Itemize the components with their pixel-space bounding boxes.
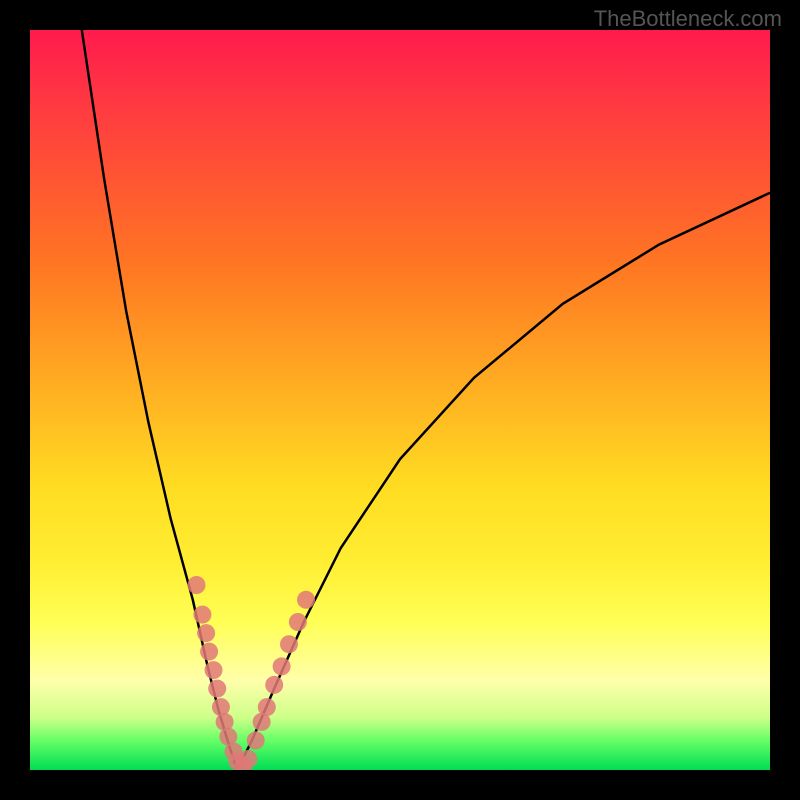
- data-point-marker: [280, 635, 298, 653]
- data-point-marker: [188, 576, 206, 594]
- bottleneck-curve-svg: [30, 30, 770, 770]
- right-data-markers: [239, 591, 315, 768]
- chart-plot-area: [30, 30, 770, 770]
- data-point-marker: [247, 731, 265, 749]
- data-point-marker: [273, 657, 291, 675]
- data-point-marker: [265, 676, 283, 694]
- data-point-marker: [205, 661, 223, 679]
- data-point-marker: [258, 698, 276, 716]
- data-point-marker: [200, 643, 218, 661]
- left-data-markers: [188, 576, 253, 770]
- data-point-marker: [297, 591, 315, 609]
- data-point-marker: [197, 624, 215, 642]
- data-point-marker: [208, 680, 226, 698]
- data-point-marker: [289, 613, 307, 631]
- curve-right-branch: [237, 193, 770, 770]
- data-point-marker: [239, 750, 257, 768]
- data-point-marker: [193, 606, 211, 624]
- watermark-text: TheBottleneck.com: [594, 6, 782, 32]
